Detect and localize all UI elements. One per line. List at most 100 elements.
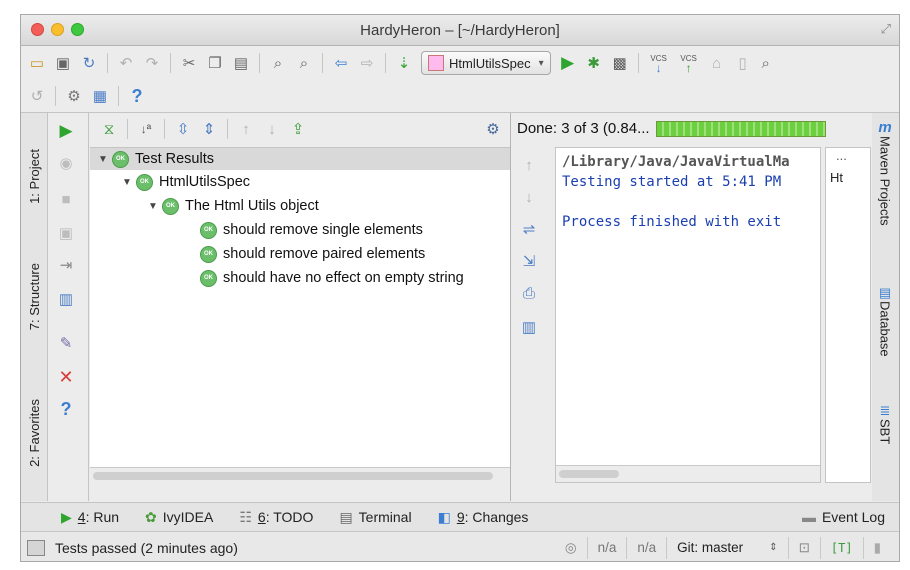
tree-node-htmlutilsspec[interactable]: ▼ OK HtmlUtilsSpec: [118, 171, 250, 193]
tree-node-test-case[interactable]: OK should remove paired elements: [200, 243, 425, 265]
expand-arrow-icon[interactable]: ▼: [118, 177, 136, 188]
secondary-output-text: Ht: [830, 170, 843, 185]
expand-arrow-icon[interactable]: ▼: [144, 201, 162, 212]
inspection-icon[interactable]: ◎: [555, 537, 587, 559]
up-stack-icon[interactable]: ↑: [519, 155, 539, 175]
toolbar-separator: [385, 53, 386, 73]
tab-run[interactable]: ▶ 4 : Run: [61, 509, 119, 526]
ivy-icon: ✿: [145, 508, 157, 525]
cut-icon[interactable]: ✂: [179, 53, 199, 73]
replace-icon[interactable]: ⌕: [294, 53, 314, 73]
tab-run-label: : Run: [85, 509, 120, 525]
run-tool-window: ▶ ◉ ■ ▣ ⇥ ▥ ✎ ✕ ? ⧖ ↓ª ⇳ ⇕ ↑ ↓ ⇪ ⚙ ▼ OK …: [48, 113, 872, 501]
close-run-icon[interactable]: ✕: [56, 367, 76, 387]
soft-wrap-icon[interactable]: ⇌: [519, 219, 539, 239]
rerun-icon[interactable]: ▶: [56, 121, 76, 141]
scroll-to-end-icon[interactable]: ⇲: [519, 251, 539, 271]
compare-icon[interactable]: ▯: [733, 53, 753, 73]
search-everywhere-icon[interactable]: ⌕: [756, 53, 776, 73]
line-separator-indicator[interactable]: n/a: [626, 536, 666, 559]
stop-icon[interactable]: ■: [56, 189, 76, 209]
tab-maven-projects[interactable]: m Maven Projects: [874, 119, 896, 226]
tree-node-html-utils-object[interactable]: ▼ OK The Html Utils object: [144, 195, 319, 217]
lock-icon[interactable]: ⌂: [707, 53, 727, 73]
insert-mode-indicator[interactable]: [T]: [819, 536, 863, 559]
print-icon[interactable]: ⎙: [519, 283, 539, 303]
git-branch-widget[interactable]: Git: master ⇕: [666, 536, 787, 559]
database-icon: ▤: [878, 285, 892, 300]
tab-terminal[interactable]: ▤ Terminal: [339, 509, 411, 526]
filter-icon[interactable]: ⧖: [99, 119, 119, 139]
tree-horizontal-scrollbar[interactable]: [90, 467, 510, 484]
tab-sbt[interactable]: ≣ SBT: [874, 403, 896, 444]
tree-node-test-results[interactable]: ▼ OK Test Results: [90, 148, 510, 170]
tab-changes[interactable]: ◧ 9 : Changes: [438, 509, 529, 526]
tree-node-test-case[interactable]: OK should remove single elements: [200, 219, 423, 241]
right-tool-strip: m Maven Projects ▤ Database ≣ SBT: [870, 113, 899, 501]
scrollbar-thumb[interactable]: [93, 472, 493, 480]
console-horizontal-scrollbar[interactable]: [556, 465, 820, 482]
make-project-icon[interactable]: ⇣: [394, 53, 414, 73]
down-stack-icon[interactable]: ↓: [519, 187, 539, 207]
tab-structure[interactable]: 7: Structure: [23, 241, 45, 353]
vcs-commit-icon[interactable]: VCS ↑: [677, 53, 701, 74]
sort-alphabetically-icon[interactable]: ↓ª: [136, 119, 156, 139]
status-bar-widgets: ◎ n/a n/a Git: master ⇕ ⊡ [T] ▮: [555, 532, 891, 561]
tab-favorites[interactable]: 2: Favorites: [23, 373, 45, 493]
readonly-lock-icon[interactable]: ⊡: [787, 536, 820, 559]
layout-icon[interactable]: ▥: [56, 289, 76, 309]
rerun-failed-icon[interactable]: ◉: [56, 153, 76, 173]
status-message[interactable]: Tests passed (2 minutes ago): [55, 540, 238, 556]
rollback-icon[interactable]: ↺: [27, 86, 47, 106]
synchronize-icon[interactable]: ↻: [79, 53, 99, 73]
tab-project[interactable]: 1: Project: [23, 121, 45, 231]
previous-occurrence-icon[interactable]: ↑: [236, 119, 256, 139]
event-log-icon: ▬: [801, 509, 816, 525]
tree-node-test-case[interactable]: OK should have no effect on empty string: [200, 267, 464, 289]
forward-icon[interactable]: ⇨: [357, 53, 377, 73]
export-results-icon[interactable]: ⇪: [288, 119, 308, 139]
undo-icon[interactable]: ↶: [116, 53, 136, 73]
toolbar-separator: [107, 53, 108, 73]
back-icon[interactable]: ⇦: [331, 53, 351, 73]
open-folder-icon[interactable]: ▭: [27, 53, 47, 73]
line-column-indicator[interactable]: n/a: [586, 536, 627, 559]
redo-icon[interactable]: ↷: [142, 53, 162, 73]
tab-ivyidea[interactable]: ✿ IvyIDEA: [145, 509, 213, 526]
passed-icon: OK: [200, 269, 217, 287]
expand-arrow-icon[interactable]: ▼: [94, 154, 112, 165]
vcs-update-icon[interactable]: VCS ↓: [647, 53, 671, 74]
run-configuration-select[interactable]: HtmlUtilsSpec ▾: [421, 51, 551, 75]
settings-icon[interactable]: ⚙: [64, 86, 84, 106]
memory-indicator-icon[interactable]: ▮: [862, 536, 891, 559]
save-icon[interactable]: ▣: [53, 53, 73, 73]
run-icon[interactable]: ▶: [558, 53, 578, 73]
toggle-tool-windows-icon[interactable]: [27, 539, 45, 556]
copy-icon[interactable]: ❐: [205, 53, 225, 73]
find-icon[interactable]: ⌕: [268, 53, 288, 73]
pin-icon[interactable]: ✎: [56, 333, 76, 353]
fullscreen-icon[interactable]: ⤢: [881, 21, 891, 37]
expand-all-icon[interactable]: ⇳: [173, 119, 193, 139]
paste-icon[interactable]: ▤: [231, 53, 251, 73]
debug-icon[interactable]: ✱: [584, 53, 604, 73]
project-structure-icon[interactable]: ▦: [90, 86, 110, 106]
next-occurrence-icon[interactable]: ↓: [262, 119, 282, 139]
scrollbar-thumb[interactable]: [559, 470, 619, 478]
clear-all-icon[interactable]: ▥: [519, 317, 539, 337]
passed-icon: OK: [200, 221, 217, 239]
restore-layout-icon[interactable]: ▣: [56, 223, 76, 243]
status-bar: Tests passed (2 minutes ago) ◎ n/a n/a G…: [21, 532, 899, 561]
run-help-icon[interactable]: ?: [56, 399, 76, 419]
console-output[interactable]: /Library/Java/JavaVirtualMa Testing star…: [555, 147, 821, 483]
coverage-icon[interactable]: ▩: [610, 53, 630, 73]
export-icon[interactable]: ⇥: [56, 255, 76, 275]
tab-event-log[interactable]: ▬ Event Log: [802, 509, 885, 525]
tab-event-log-label: Event Log: [821, 509, 885, 525]
gear-icon[interactable]: ⚙: [483, 119, 503, 139]
collapse-all-icon[interactable]: ⇕: [199, 119, 219, 139]
tab-database[interactable]: ▤ Database: [874, 285, 896, 357]
tab-todo[interactable]: ☷ 6 : TODO: [239, 509, 313, 526]
more-menu-icon[interactable]: ...: [836, 148, 847, 163]
help-icon[interactable]: ?: [127, 86, 147, 106]
